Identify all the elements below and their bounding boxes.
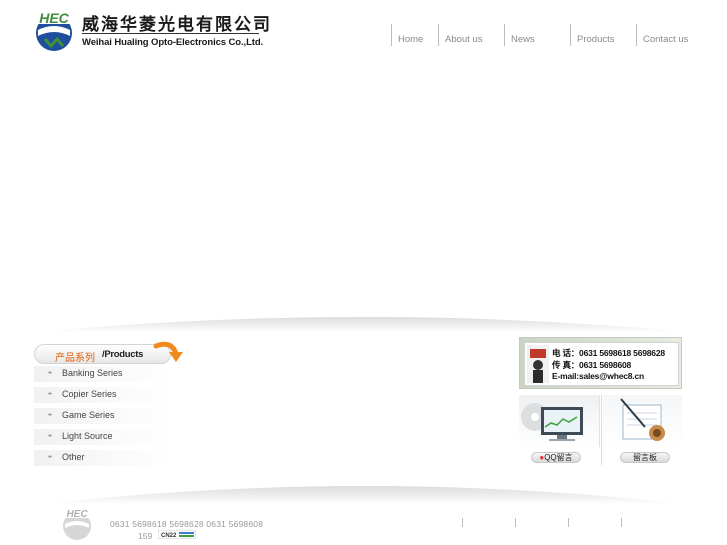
product-item-banking[interactable]: •• Banking Series (34, 366, 171, 382)
product-item-other[interactable]: •• Other (34, 450, 171, 466)
license-badge[interactable]: CN22 (158, 530, 196, 539)
footer-logo-text: HEC (66, 509, 88, 520)
title-underline (82, 33, 259, 34)
product-item-game[interactable]: •• Game Series (34, 408, 171, 424)
bullet-icon: •• (48, 391, 52, 398)
contact-info-box: 电 话：0631 5698618 5698628 传 真：0631 569860… (519, 337, 682, 389)
nav-home-label: Home (398, 34, 424, 45)
company-logo[interactable]: HEC (31, 8, 77, 52)
board-button-label: 留言板 (633, 453, 657, 462)
content-top-divider (36, 317, 690, 332)
footer-separator (621, 518, 622, 527)
logo-text: HEC (39, 10, 69, 26)
nav-home[interactable]: Home (391, 24, 423, 46)
message-board-button[interactable]: 留言板 (620, 452, 670, 463)
contact-phone: 电 话：0631 5698618 5698628 (552, 348, 665, 358)
footer-separator (568, 518, 569, 527)
nav-about-us[interactable]: About us (438, 24, 483, 46)
footer-divider (44, 486, 684, 504)
nav-products[interactable]: Products (570, 24, 615, 46)
product-label: Game Series (62, 410, 115, 420)
curved-arrow-icon (153, 341, 183, 362)
bullet-icon: •• (48, 412, 52, 419)
company-name-en: Weihai Hualing Opto-Electronics Co.,Ltd. (82, 37, 264, 48)
product-label: Other (62, 452, 85, 462)
notepad-icon (620, 398, 665, 441)
qq-button-label: QQ留言 (544, 453, 573, 462)
footer-phone: 0631 5698618 5698628 0631 5698608 (110, 519, 264, 529)
panel-divider (601, 395, 602, 465)
nav-about-label: About us (445, 34, 483, 45)
contact-fax: 传 真：0631 5698608 (552, 360, 632, 370)
monitor-icon (521, 403, 583, 441)
support-area: ●QQ留言 留言板 (519, 395, 682, 465)
footer-logo: HEC (62, 508, 92, 540)
products-title-cn: 产品系列 (55, 353, 95, 364)
nav-contact-label: Contact us (643, 34, 689, 45)
phone-person-icon (527, 345, 549, 383)
footer-separator (462, 518, 463, 527)
product-item-light-source[interactable]: •• Light Source (34, 429, 171, 445)
product-item-copier[interactable]: •• Copier Series (34, 387, 171, 403)
bullet-icon: •• (48, 454, 52, 461)
products-header[interactable]: 产品系列 /Products (34, 341, 183, 364)
nav-news-label: News (511, 34, 535, 45)
bullet-icon: •• (48, 433, 52, 440)
footer-separator (515, 518, 516, 527)
company-name-cn: 威海华菱光电有限公司 (82, 15, 272, 35)
products-title-en: /Products (102, 349, 144, 360)
product-label: Light Source (62, 431, 113, 441)
qq-panel[interactable] (519, 395, 600, 447)
bullet-icon: •• (48, 370, 52, 377)
nav-products-label: Products (577, 34, 615, 45)
badge-text: CN22 (161, 533, 177, 539)
contact-email[interactable]: E-mail:sales@whec8.cn (552, 371, 644, 381)
contact-card: 电 话：0631 5698618 5698628 传 真：0631 569860… (524, 342, 679, 386)
qq-message-button[interactable]: ●QQ留言 (531, 452, 581, 463)
product-label: Copier Series (62, 389, 117, 399)
nav-news[interactable]: News (504, 24, 535, 46)
footer-phone-line2: 159 (138, 531, 153, 541)
nav-contact-us[interactable]: Contact us (636, 24, 688, 46)
message-board-panel[interactable] (603, 395, 682, 447)
product-label: Banking Series (62, 368, 123, 378)
